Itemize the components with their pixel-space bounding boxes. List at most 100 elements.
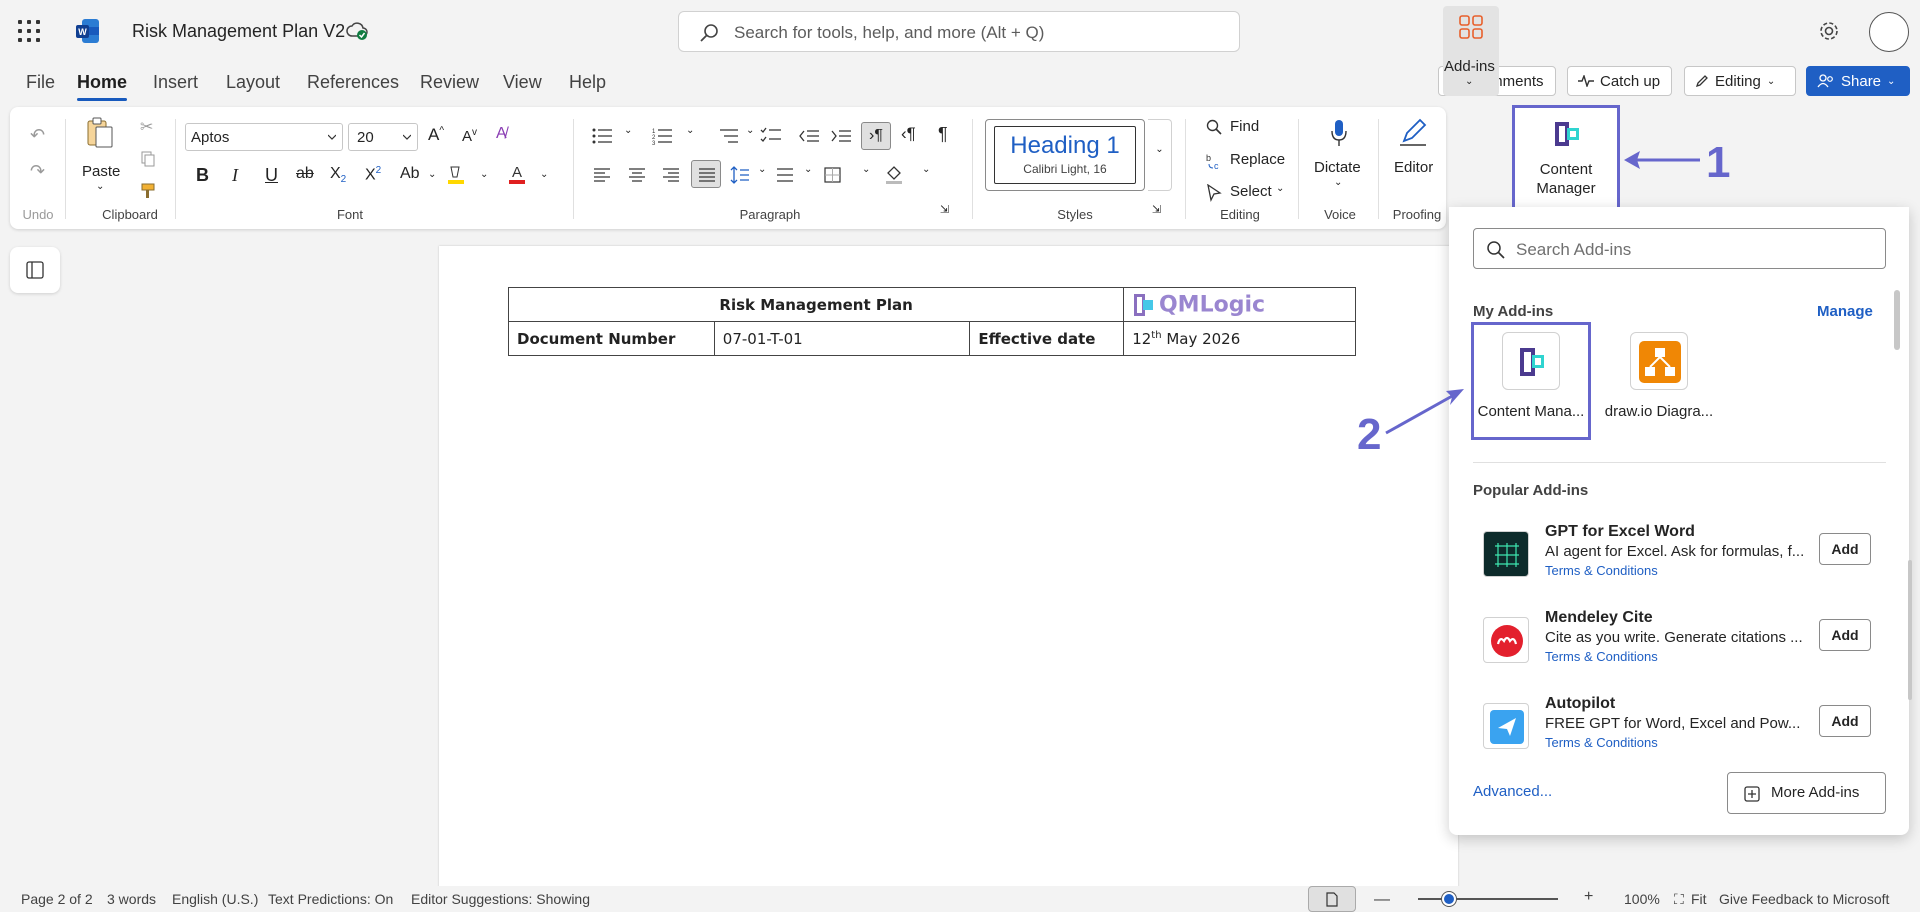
tab-home[interactable]: Home — [77, 72, 128, 101]
autopilot-add-button[interactable]: Add — [1819, 705, 1871, 737]
zoom-in-icon[interactable]: + — [1584, 888, 1593, 906]
justify-icon[interactable] — [691, 160, 721, 188]
paragraph-spacing-icon[interactable] — [775, 165, 795, 185]
chevron-down-icon[interactable]: ⌄ — [862, 164, 870, 175]
chevron-down-icon[interactable]: ⌄ — [758, 164, 766, 175]
navigation-pane-button[interactable] — [10, 247, 60, 293]
shrink-font-icon[interactable]: Av — [462, 127, 477, 145]
undo-icon[interactable]: ↶ — [30, 125, 45, 146]
page-scrollbar-thumb[interactable] — [1908, 560, 1912, 700]
catch-up-button[interactable]: Catch up — [1567, 66, 1672, 96]
chevron-down-icon[interactable]: ⌄ — [1276, 183, 1284, 194]
feedback-link[interactable]: Give Feedback to Microsoft — [1719, 891, 1889, 907]
zoom-slider[interactable] — [1418, 898, 1558, 900]
document-title[interactable]: Risk Management Plan V2 — [132, 21, 345, 42]
language-status[interactable]: English (U.S.) — [172, 891, 258, 907]
avatar[interactable] — [1869, 12, 1909, 52]
chevron-down-icon[interactable]: ⌄ — [428, 169, 436, 180]
chevron-down-icon[interactable]: ⌄ — [804, 164, 812, 175]
dialog-launcher-icon[interactable]: ⇲ — [1152, 203, 1161, 216]
font-color-icon[interactable]: A — [508, 163, 526, 185]
editing-mode-button[interactable]: Editing ⌄ — [1684, 66, 1796, 96]
tab-help[interactable]: Help — [569, 72, 606, 93]
tab-layout[interactable]: Layout — [226, 72, 280, 93]
select-button[interactable]: Select — [1230, 183, 1272, 200]
gpt-terms-link[interactable]: Terms & Conditions — [1545, 563, 1658, 578]
bold-icon[interactable]: B — [196, 165, 209, 186]
advanced-link[interactable]: Advanced... — [1473, 783, 1552, 800]
panel-scrollbar-thumb[interactable] — [1894, 290, 1900, 350]
app-launcher-icon[interactable] — [18, 20, 40, 42]
multilevel-list-icon[interactable] — [718, 127, 740, 145]
checklist-icon[interactable] — [760, 127, 782, 145]
chevron-down-icon[interactable]: ⌄ — [480, 169, 488, 180]
manage-link[interactable]: Manage — [1817, 303, 1873, 320]
my-add-in-content-manager[interactable]: Content Mana... — [1471, 322, 1591, 440]
styles-gallery-expand-icon[interactable]: ⌄ — [1148, 119, 1172, 191]
tab-file[interactable]: File — [26, 72, 55, 93]
gpt-add-button[interactable]: Add — [1819, 533, 1871, 565]
chevron-down-icon[interactable]: ⌄ — [746, 125, 754, 136]
word-count[interactable]: 3 words — [107, 891, 156, 907]
highlighter-icon[interactable] — [447, 165, 465, 185]
subscript-icon[interactable]: X2 — [330, 165, 346, 185]
increase-indent-icon[interactable] — [830, 127, 852, 145]
ltr-pilcrow-icon[interactable]: ›¶ — [861, 122, 891, 150]
editor-button[interactable]: Editor — [1394, 159, 1433, 176]
mendeley-terms-link[interactable]: Terms & Conditions — [1545, 649, 1658, 664]
microphone-icon[interactable] — [1330, 119, 1348, 147]
autopilot-terms-link[interactable]: Terms & Conditions — [1545, 735, 1658, 750]
editor-suggestions-status[interactable]: Editor Suggestions: Showing — [411, 891, 590, 907]
grow-font-icon[interactable]: A^ — [428, 125, 444, 145]
share-button[interactable]: Share ⌄ — [1806, 66, 1910, 96]
dialog-launcher-icon[interactable]: ⇲ — [940, 203, 949, 216]
search-input[interactable]: Search for tools, help, and more (Alt + … — [678, 11, 1240, 52]
font-size-select[interactable]: 20 — [348, 123, 418, 151]
line-spacing-icon[interactable] — [730, 165, 750, 185]
paste-label[interactable]: Paste — [82, 163, 120, 180]
italic-icon[interactable]: I — [232, 165, 238, 186]
style-heading-1[interactable]: Heading 1 Calibri Light, 16 — [985, 119, 1145, 191]
shading-icon[interactable] — [884, 165, 904, 185]
chevron-down-icon[interactable]: ⌄ — [686, 125, 694, 136]
chevron-down-icon[interactable]: ⌄ — [624, 125, 632, 136]
add-ins-search-input[interactable]: Search Add-ins — [1473, 228, 1886, 269]
tab-references[interactable]: References — [307, 72, 399, 93]
select-cursor-icon[interactable] — [1206, 184, 1222, 202]
zoom-level[interactable]: 100% — [1624, 891, 1660, 907]
fit-button[interactable]: Fit — [1691, 891, 1707, 907]
tab-review[interactable]: Review — [420, 72, 479, 93]
numbering-icon[interactable]: 123 — [652, 127, 674, 145]
gear-icon[interactable] — [1817, 19, 1841, 43]
tab-view[interactable]: View — [503, 72, 542, 93]
align-center-icon[interactable] — [628, 167, 646, 183]
chevron-down-icon[interactable]: ⌄ — [96, 181, 104, 192]
borders-icon[interactable] — [824, 167, 842, 183]
rtl-pilcrow-icon[interactable]: ‹¶ — [901, 124, 916, 144]
zoom-out-icon[interactable]: — — [1374, 891, 1390, 909]
find-icon[interactable] — [1206, 119, 1222, 135]
paste-icon[interactable] — [86, 117, 114, 149]
font-name-select[interactable]: Aptos — [185, 123, 343, 151]
mendeley-add-button[interactable]: Add — [1819, 619, 1871, 651]
tab-insert[interactable]: Insert — [153, 72, 198, 93]
zoom-slider-thumb[interactable] — [1442, 892, 1456, 906]
underline-icon[interactable]: U — [265, 165, 278, 186]
cut-icon[interactable]: ✂ — [140, 117, 153, 137]
align-left-icon[interactable] — [593, 167, 611, 183]
text-predictions-status[interactable]: Text Predictions: On — [268, 891, 393, 907]
copy-icon[interactable] — [141, 151, 155, 167]
add-ins-button[interactable]: Add-ins ⌄ — [1443, 6, 1499, 96]
superscript-icon[interactable]: X2 — [365, 165, 381, 184]
dictate-button[interactable]: Dictate — [1314, 159, 1361, 176]
align-right-icon[interactable] — [662, 167, 680, 183]
clear-formatting-icon[interactable]: A̸ — [496, 125, 507, 143]
redo-icon[interactable]: ↷ — [30, 161, 45, 182]
find-button[interactable]: Find — [1230, 118, 1259, 135]
chevron-down-icon[interactable]: ⌄ — [922, 164, 930, 175]
more-add-ins-button[interactable]: More Add-ins — [1727, 772, 1886, 814]
bullets-icon[interactable] — [592, 127, 614, 145]
strikethrough-icon[interactable]: ab — [296, 165, 314, 183]
print-layout-button[interactable] — [1308, 886, 1356, 912]
cloud-saved-icon[interactable] — [346, 21, 368, 41]
